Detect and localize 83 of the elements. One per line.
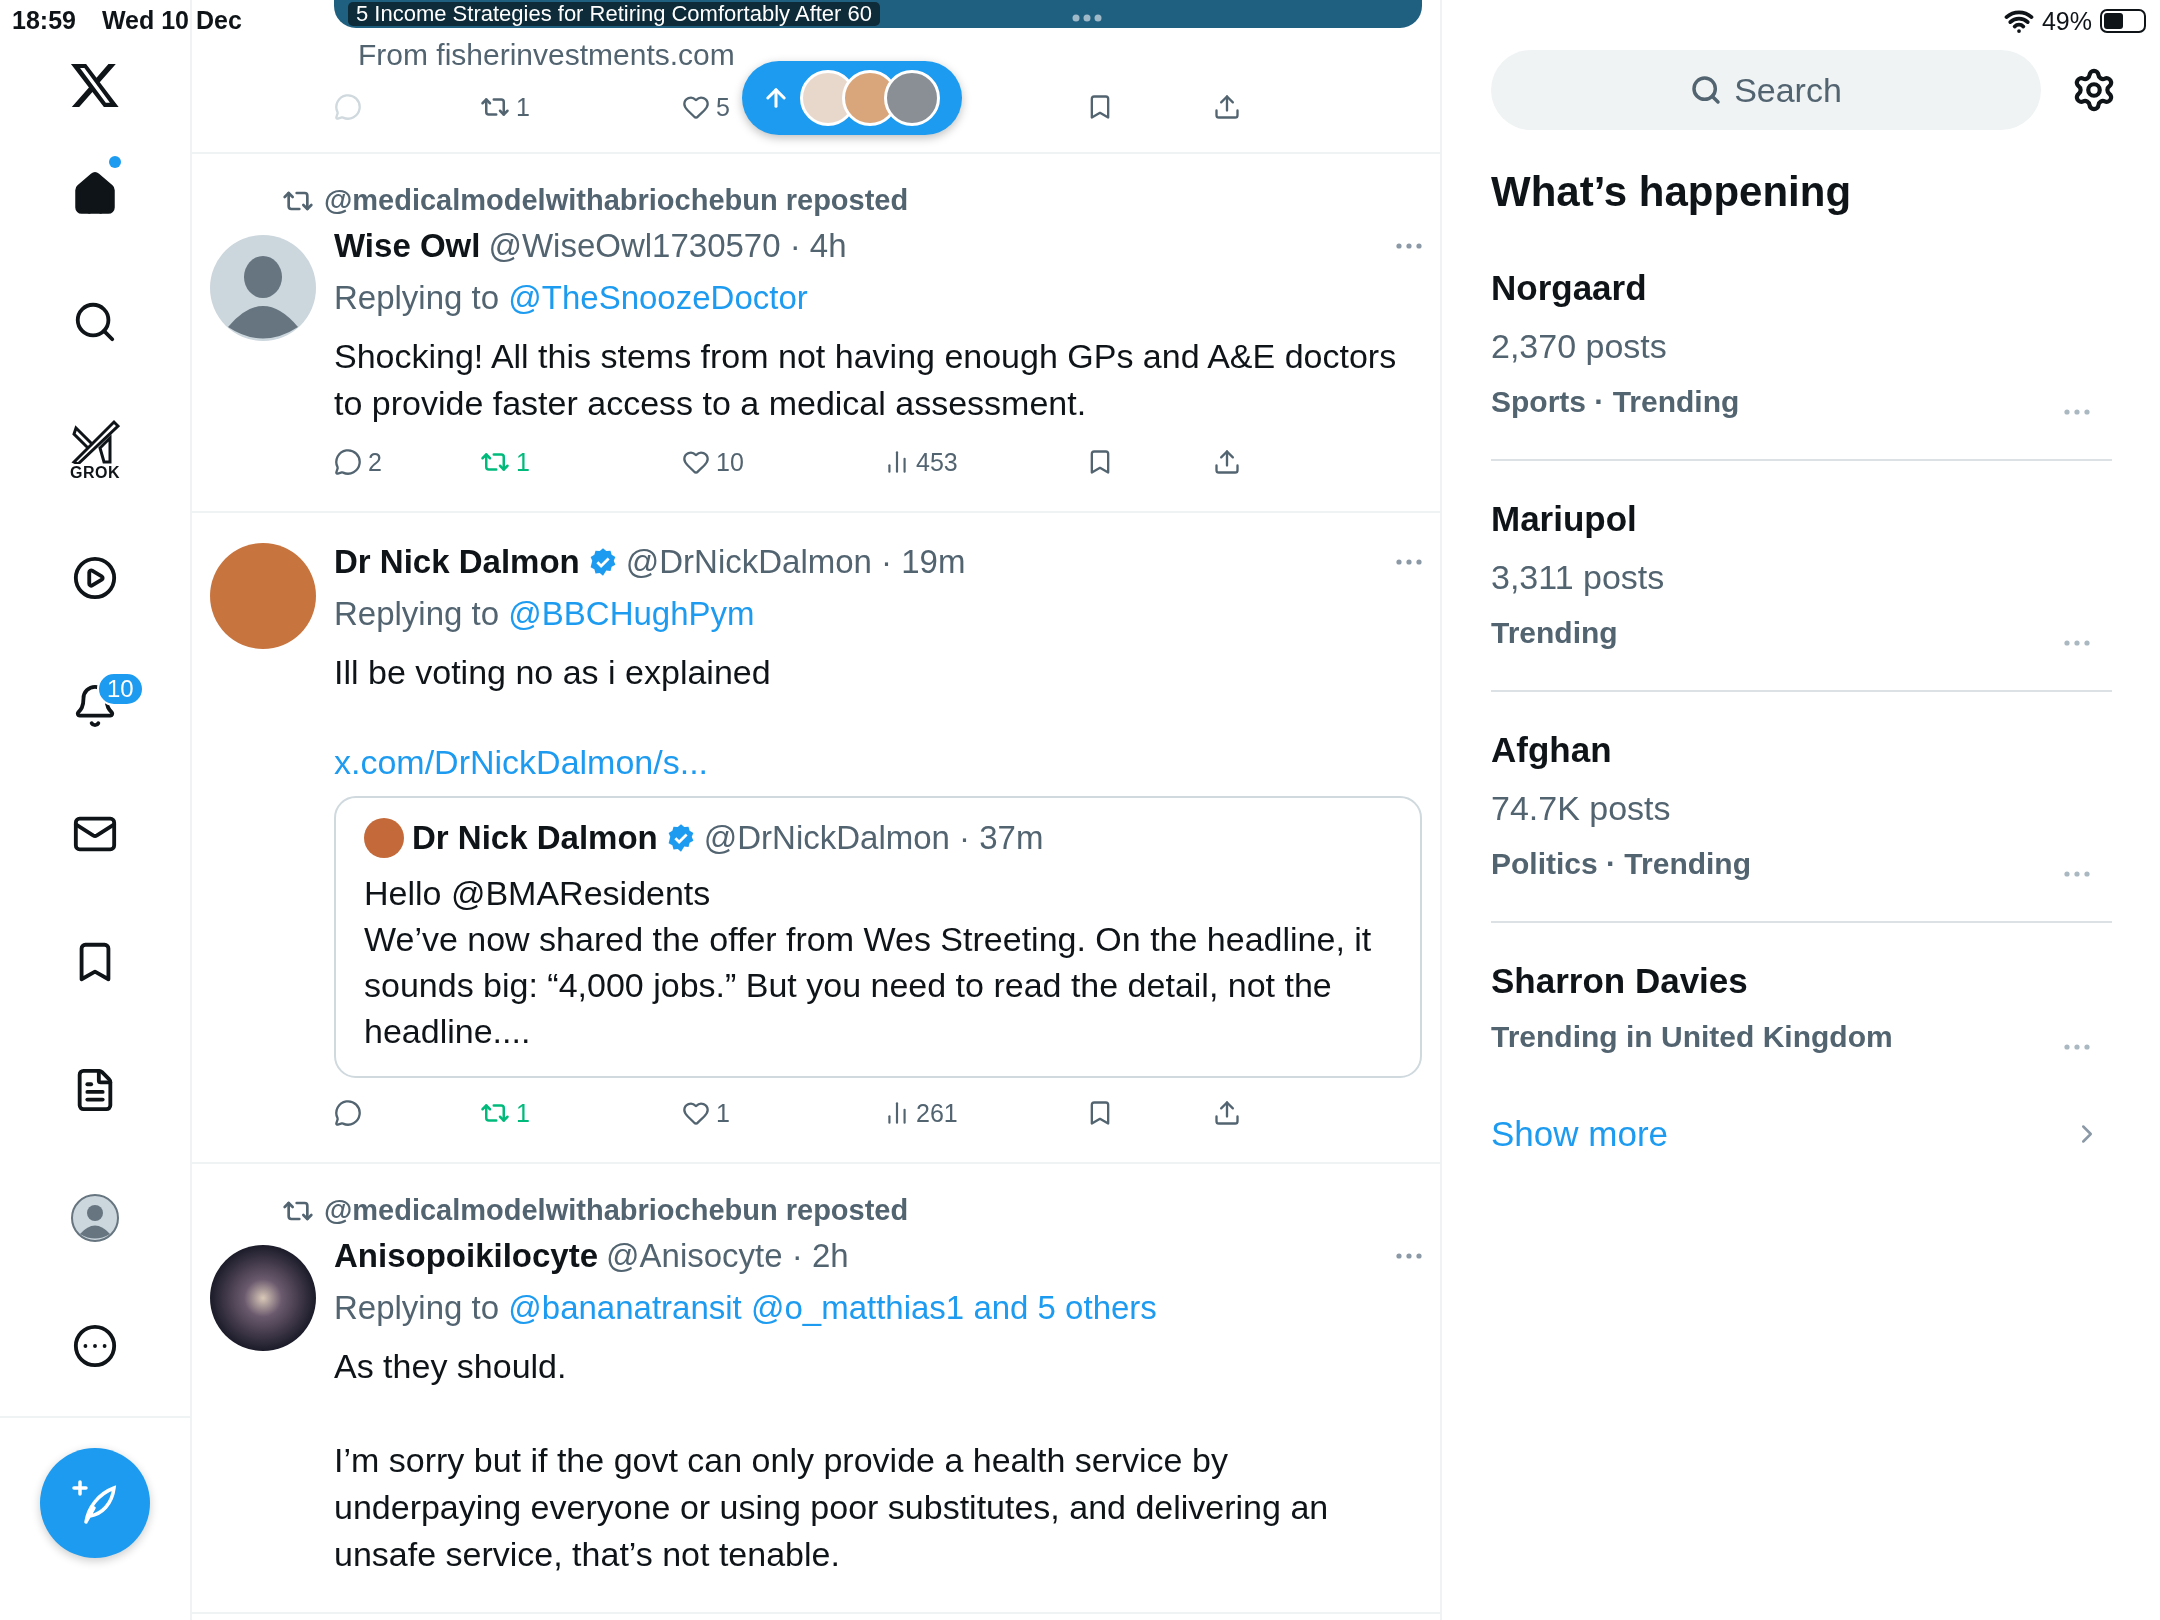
avatar-placeholder (884, 70, 940, 126)
trend-item[interactable]: Afghan 74.7K posts Politics · Trending (1491, 692, 2112, 923)
compose-button[interactable] (40, 1448, 150, 1558)
status-date: Wed 10 Dec (101, 6, 242, 35)
trend-post-count: 2,370 posts (1491, 327, 1668, 366)
trend-post-count: 3,311 posts (1491, 558, 1666, 597)
like-button[interactable]: 5 (682, 92, 730, 122)
trend-topic: Mariupol (1491, 499, 1638, 539)
handle-time: @DrNickDalmon · 19m (625, 543, 966, 581)
post-text: Ill be voting no as i explained (334, 652, 772, 693)
search-icon (1690, 74, 1722, 106)
trend-context: Politics · Trending (1491, 847, 1753, 881)
notification-count: 10 (97, 672, 144, 706)
quoted-post[interactable] (334, 796, 1422, 1078)
handle-time: @WiseOwl1730570 · 4h (488, 227, 847, 265)
more-icon (2064, 1044, 2090, 1050)
more-icon (2064, 640, 2090, 646)
quoted-text: We’ve now shared the offer from Wes Streeting. On the headline, it sounds big: “4,000 jobs.” But you need to read the detail, not the headline.... (364, 919, 1373, 1052)
author-name[interactable]: Wise Owl (334, 227, 481, 265)
trend-item[interactable]: Norgaard 2,370 posts Sports · Trending (1491, 230, 2112, 461)
post-text: As they should. (334, 1346, 568, 1387)
share-icon (1213, 93, 1241, 121)
share-icon (1213, 448, 1241, 476)
trend-context: Sports · Trending (1491, 385, 1741, 419)
reply-button[interactable]: 2 (334, 447, 382, 477)
repost-label: @medicalmodelwithabriochebun reposted (324, 1194, 909, 1227)
default-avatar-icon[interactable] (210, 235, 316, 341)
battery-icon (2100, 9, 2146, 33)
share-button[interactable] (1213, 93, 1241, 121)
trend-item[interactable]: Sharron Davies Trending in United Kingdom (1491, 923, 2112, 1094)
more-options-button[interactable] (1396, 1253, 1422, 1259)
trend-topic: Afghan (1491, 730, 1613, 770)
repost-label: @medicalmodelwithabriochebun reposted (324, 184, 909, 217)
replying-to-text: Replying to @BBCHughPym (334, 595, 756, 633)
section-heading: What’s happening (1491, 168, 1853, 216)
trend-item[interactable]: Mariupol 3,311 posts Trending (1491, 461, 2112, 692)
search-field[interactable]: Search (1491, 50, 2041, 130)
share-icon (1213, 1099, 1241, 1127)
handle-time: @Anisocyte · 2h (606, 1237, 849, 1275)
replying-to-text: Replying to @TheSnoozeDoctor (334, 279, 809, 317)
author-name[interactable]: Dr Nick Dalmon (334, 543, 580, 581)
views-button[interactable]: 261 (884, 1098, 958, 1128)
post-text: I’m sorry but if the govt can only provide a health service by underpaying everyone or using poor substitutes, and delivering an unsafe service, that’s not tenable. (334, 1440, 1330, 1575)
heart-icon (682, 448, 710, 476)
more-options-button[interactable] (1396, 243, 1422, 249)
card-source: From fisherinvestments.com (358, 38, 736, 72)
grok-nav-item[interactable]: GROK (35, 386, 155, 514)
author-name: Dr Nick Dalmon (412, 819, 658, 857)
heart-icon (682, 1099, 710, 1127)
speech-bubble-icon (334, 448, 362, 476)
share-button[interactable] (1213, 448, 1241, 476)
more-icon (1396, 243, 1422, 249)
trend-context: Trending (1491, 616, 1619, 650)
ad-image-placeholder[interactable]: 5 Income Strategies for Retiring Comfortably After 60 (334, 0, 1422, 28)
author-name[interactable]: Anisopoikilocyte (334, 1237, 599, 1275)
quoted-text: Hello @BMAResidents (364, 873, 712, 914)
trend-context: Trending in United Kingdom (1491, 1020, 1894, 1054)
more-icon (1396, 1253, 1422, 1259)
share-button[interactable] (1213, 1099, 1241, 1127)
trend-topic: Sharron Davies (1491, 961, 1749, 1001)
reply-button[interactable] (334, 1099, 362, 1127)
heart-icon (682, 93, 710, 121)
more-icon (2064, 409, 2090, 415)
card-caption: 5 Income Strategies for Retiring Comfortably After 60 (348, 2, 880, 26)
like-button[interactable]: 1 (682, 1098, 730, 1128)
avatar-photo-placeholder (364, 818, 404, 858)
like-button[interactable]: 10 (682, 447, 744, 477)
trend-post-count: 74.7K posts (1491, 789, 1672, 828)
status-time: 18:59 (12, 6, 76, 35)
more-icon (2064, 871, 2090, 877)
trend-topic: Norgaard (1491, 268, 1648, 308)
post-text: Shocking! All this stems from not having enough GPs and A&E doctors to provide faster access to a medical assessment. (334, 336, 1398, 424)
battery-percent: 49% (2041, 6, 2092, 36)
speech-bubble-icon (334, 1099, 362, 1127)
speech-bubble-icon (334, 93, 362, 121)
repost-button[interactable]: 1 (480, 92, 530, 122)
replying-to-text: Replying to @bananatransit @o_matthias1 and 5 others (334, 1289, 1158, 1327)
views-button[interactable]: 453 (884, 447, 958, 477)
carousel-dots-icon (1072, 14, 1102, 22)
new-posts-button[interactable] (742, 61, 962, 135)
more-options-button[interactable] (1396, 559, 1422, 565)
more-icon (1396, 559, 1422, 565)
handle-time: @DrNickDalmon · 37m (703, 819, 1044, 857)
